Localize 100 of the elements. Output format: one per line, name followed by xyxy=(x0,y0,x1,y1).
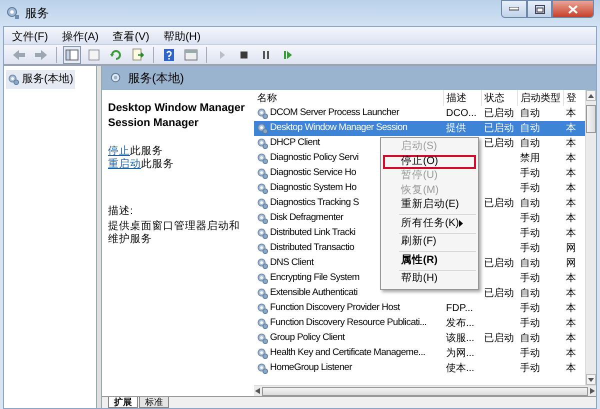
gear-icon xyxy=(257,183,268,194)
tab[interactable]: 扩展 xyxy=(108,397,138,408)
tree-item[interactable]: 服务(本地) xyxy=(6,70,76,88)
service-name: Health Key and Certificate Manageme... xyxy=(270,346,426,360)
table-cell-text: 自动 xyxy=(519,197,541,211)
action-text: 重启动此服务 xyxy=(108,158,175,172)
tab[interactable]: 标准 xyxy=(139,397,169,408)
scroll-down-button[interactable] xyxy=(586,374,596,385)
table-cell-text: 手动 xyxy=(519,346,541,361)
table-cell-text: 手动 xyxy=(519,316,541,331)
gear-icon xyxy=(257,318,268,329)
table-cell-text: 本 xyxy=(565,182,577,196)
action-link[interactable]: 停止 xyxy=(108,144,130,157)
column-header[interactable]: 描述 xyxy=(443,90,481,106)
help-icon[interactable] xyxy=(162,48,176,62)
table-cell-text: 本 xyxy=(565,166,577,181)
table-cell-text: 本 xyxy=(565,226,577,241)
table-cell-text: 手动 xyxy=(519,242,541,256)
table-cell-text: 网 xyxy=(565,257,577,271)
menu-item[interactable]: 文件(F) xyxy=(12,29,48,42)
action-link[interactable]: 重启动 xyxy=(108,158,141,170)
table-cell-text: 本 xyxy=(565,362,577,376)
gear-icon xyxy=(257,303,268,314)
table-cell: 已启动 xyxy=(481,106,517,121)
table-cell: 本 xyxy=(563,136,585,151)
service-name: Distributed Link Tracki xyxy=(270,226,356,240)
table-cell-text: 自动 xyxy=(519,257,541,271)
minimize-button[interactable] xyxy=(501,0,527,18)
table-cell-text: 本 xyxy=(565,212,577,226)
scroll-right-icon[interactable] xyxy=(590,388,595,394)
table-cell-text: 自动 xyxy=(519,287,541,301)
gear-icon xyxy=(257,123,268,134)
gear-icon xyxy=(257,333,268,344)
table-cell: 自动 xyxy=(517,121,563,136)
service-name: Function Discovery Resource Publicati... xyxy=(270,316,427,330)
service-name: DHCP Client xyxy=(270,136,320,150)
table-cell-text: 禁用 xyxy=(519,152,541,166)
table-cell-text: 本 xyxy=(565,332,577,346)
column-header[interactable]: 状态 xyxy=(481,90,517,106)
down-arrow-icon xyxy=(588,378,594,382)
gear-icon xyxy=(257,198,268,209)
menu-item[interactable]: 停止(O) xyxy=(383,154,476,169)
table-cell-text: 已启动 xyxy=(483,286,515,301)
gear-icon xyxy=(257,153,268,164)
menu-item[interactable]: 重新启动(E) xyxy=(383,198,476,212)
close-button[interactable] xyxy=(552,0,594,18)
menu-item[interactable]: 查看(V) xyxy=(112,29,150,42)
service-name: Function Discovery Provider Host xyxy=(270,301,400,316)
gear-icon xyxy=(257,243,268,254)
service-name: Group Policy Client xyxy=(270,331,345,346)
table-cell-text: 已启动 xyxy=(483,256,515,271)
gear-icon xyxy=(257,138,268,149)
refresh-icon[interactable] xyxy=(109,48,123,62)
table-cell-text: 网 xyxy=(565,242,577,256)
gear-icon xyxy=(8,74,19,85)
service-name: Diagnostic System Ho xyxy=(270,181,356,196)
menu-item[interactable]: 刷新(F) xyxy=(383,235,476,250)
table-cell-text: 手动 xyxy=(519,272,541,286)
column-header[interactable]: 启动类型 xyxy=(517,90,563,106)
services-icon xyxy=(6,6,20,20)
submenu-arrow-icon xyxy=(459,220,463,228)
table-cell-text: 自动 xyxy=(519,332,541,346)
table-cell: 提供 xyxy=(443,121,481,136)
table-cell-text: 手动 xyxy=(519,302,541,316)
window-icon[interactable] xyxy=(87,48,101,62)
close-icon xyxy=(568,4,578,14)
service-title: Desktop Window Manager Session Manager xyxy=(108,101,246,131)
table-cell-text: 本 xyxy=(565,196,577,211)
scroll-left-icon[interactable] xyxy=(255,388,260,394)
table-cell-text: 为网... xyxy=(445,346,476,361)
gear-icon xyxy=(257,273,268,284)
gear-icon xyxy=(257,108,268,119)
table-cell-text: 本 xyxy=(565,302,577,316)
export-icon[interactable] xyxy=(131,48,145,62)
menu-item[interactable]: 帮助(H) xyxy=(383,272,476,286)
service-name: Encrypting File System xyxy=(270,271,360,286)
menu-item[interactable]: 操作(A) xyxy=(62,29,99,42)
table-cell-text: 手动 xyxy=(519,212,541,226)
menu-item[interactable]: 帮助(H) xyxy=(163,29,201,42)
maximize-button[interactable] xyxy=(527,0,552,18)
menu-item[interactable]: 属性(R) xyxy=(383,254,476,268)
gear-icon xyxy=(257,363,268,374)
service-name: DCOM Server Process Launcher xyxy=(270,106,400,120)
up-arrow-icon xyxy=(588,94,594,98)
table-cell-text: 本 xyxy=(565,346,577,361)
service-name: Disk Defragmenter xyxy=(270,211,344,226)
console-tree-icon[interactable] xyxy=(65,48,79,62)
window-icon[interactable] xyxy=(184,48,198,62)
table-cell-text: 该服... xyxy=(445,332,476,346)
scrollbar-thumb[interactable] xyxy=(262,386,588,396)
column-header[interactable]: 名称 xyxy=(254,90,443,106)
description-text: 提供桌面窗口管理器启动和维护服务 xyxy=(108,220,241,247)
menu-item[interactable]: 所有任务(K) xyxy=(383,216,476,231)
scroll-up-button[interactable] xyxy=(586,90,596,101)
service-name: Desktop Window Manager Session xyxy=(270,121,408,136)
gear-icon xyxy=(257,348,268,359)
table-cell: 已启动 xyxy=(481,136,517,151)
scrollbar-thumb[interactable] xyxy=(586,105,596,133)
table-cell: 本 xyxy=(563,121,585,136)
table-cell-text: 本 xyxy=(565,272,577,286)
